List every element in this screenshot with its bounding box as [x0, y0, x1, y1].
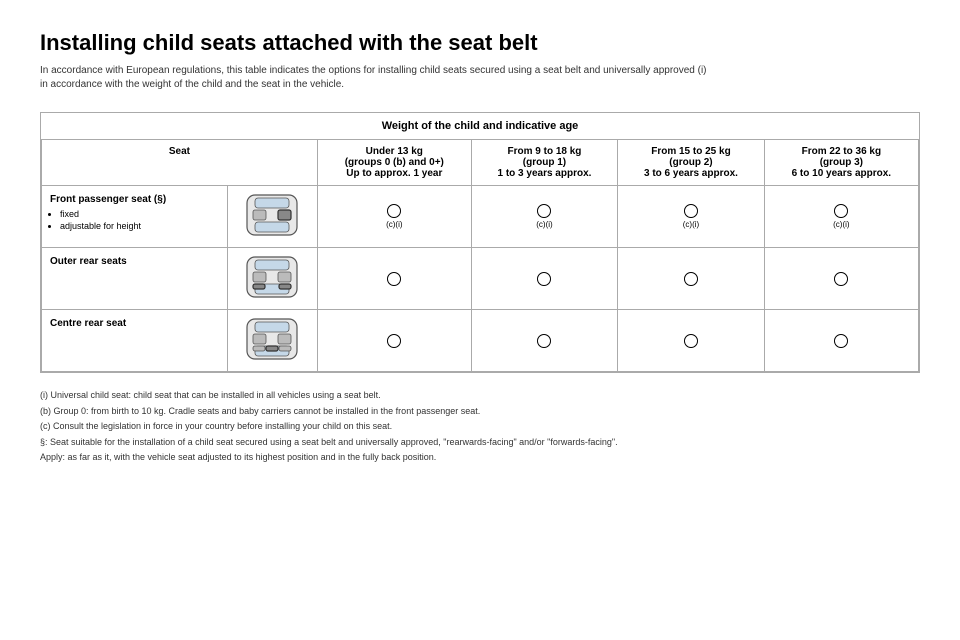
circle-symbol — [387, 204, 401, 218]
child-seat-table-container: Weight of the child and indicative age S… — [40, 112, 920, 373]
seat-name: Outer rear seats — [50, 256, 219, 267]
footnote-0: (i) Universal child seat: child seat tha… — [40, 389, 920, 403]
symbol-cell-2 — [618, 248, 765, 310]
seat-name: Centre rear seat — [50, 318, 219, 329]
footnotes-section: (i) Universal child seat: child seat tha… — [40, 389, 920, 465]
footnote-4: Apply: as far as it, with the vehicle se… — [40, 451, 920, 465]
table-row: Outer rear seats — [42, 248, 919, 310]
table-top-header: Weight of the child and indicative age — [42, 113, 919, 140]
seat-detail-item: adjustable for height — [60, 221, 219, 231]
subtitle-line2: in accordance with the weight of the chi… — [40, 79, 344, 90]
symbol-note: (c)(i) — [536, 220, 552, 229]
page-title: Installing child seats attached with the… — [40, 30, 920, 56]
symbol-cell-0: (c)(i) — [317, 186, 471, 248]
footnote-1: (b) Group 0: from birth to 10 kg. Cradle… — [40, 405, 920, 419]
child-seat-table: Weight of the child and indicative age S… — [41, 113, 919, 372]
seat-detail-item: fixed — [60, 209, 219, 219]
circle-symbol — [684, 204, 698, 218]
car-image-cell — [227, 310, 317, 372]
circle-symbol — [684, 272, 698, 286]
symbol-cell-3 — [764, 310, 918, 372]
symbol-cell-2 — [618, 310, 765, 372]
col-header-22to36: From 22 to 36 kg (group 3) 6 to 10 years… — [764, 140, 918, 186]
symbol-cell-1: (c)(i) — [471, 186, 618, 248]
circle-symbol — [834, 272, 848, 286]
footnote-2: (c) Consult the legislation in force in … — [40, 420, 920, 434]
car-image-cell — [227, 186, 317, 248]
circle-symbol — [387, 334, 401, 348]
col-header-seat: Seat — [42, 140, 318, 186]
seat-label-cell: Front passenger seat (§) fixed adjustable … — [42, 186, 228, 248]
seat-label-cell: Centre rear seat — [42, 310, 228, 372]
col-header-under13: Under 13 kg (groups 0 (b) and 0+) Up to … — [317, 140, 471, 186]
page-subtitle: In accordance with European regulations,… — [40, 64, 920, 92]
symbol-cell-3: (c)(i) — [764, 186, 918, 248]
circle-symbol — [834, 204, 848, 218]
col-header-9to18: From 9 to 18 kg (group 1) 1 to 3 years a… — [471, 140, 618, 186]
symbol-cell-3 — [764, 248, 918, 310]
symbol-cell-1 — [471, 248, 618, 310]
circle-symbol — [834, 334, 848, 348]
footnote-3: §: Seat suitable for the installation of… — [40, 436, 920, 450]
table-row: Front passenger seat (§) fixed adjustable … — [42, 186, 919, 248]
circle-symbol — [537, 334, 551, 348]
circle-symbol — [387, 272, 401, 286]
seat-name: Front passenger seat (§) — [50, 194, 219, 205]
circle-symbol — [537, 204, 551, 218]
symbol-note: (c)(i) — [833, 220, 849, 229]
seat-label-cell: Outer rear seats — [42, 248, 228, 310]
seat-details: fixed adjustable for height — [50, 209, 219, 231]
subtitle-line1: In accordance with European regulations,… — [40, 65, 707, 76]
circle-symbol — [684, 334, 698, 348]
symbol-cell-1 — [471, 310, 618, 372]
symbol-note: (c)(i) — [683, 220, 699, 229]
table-row: Centre rear seat — [42, 310, 919, 372]
symbol-cell-0 — [317, 310, 471, 372]
symbol-note: (c)(i) — [386, 220, 402, 229]
symbol-cell-0 — [317, 248, 471, 310]
car-image-cell — [227, 248, 317, 310]
circle-symbol — [537, 272, 551, 286]
symbol-cell-2: (c)(i) — [618, 186, 765, 248]
col-header-15to25: From 15 to 25 kg (group 2) 3 to 6 years … — [618, 140, 765, 186]
